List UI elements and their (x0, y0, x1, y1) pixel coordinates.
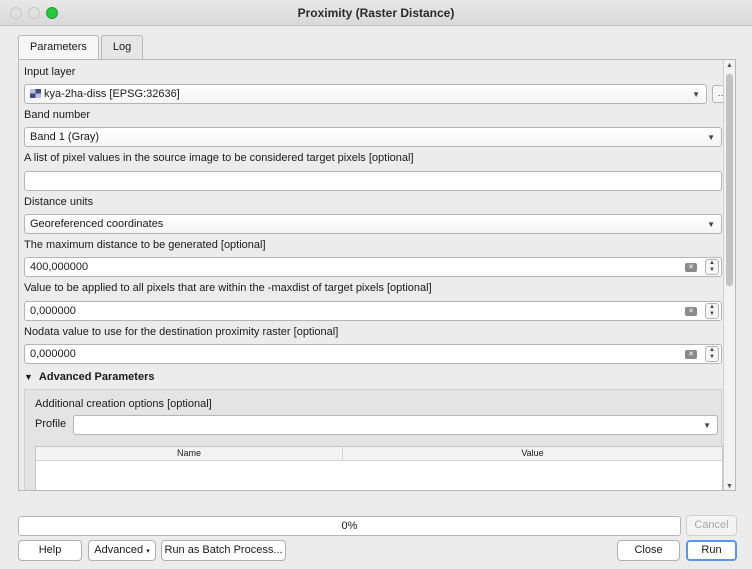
band-combo[interactable]: Band 1 (Gray) ▼ (24, 127, 722, 147)
window-title: Proximity (Raster Distance) (297, 6, 455, 20)
scroll-up-icon[interactable]: ▲ (726, 62, 733, 69)
input-layer-label: Input layer (24, 66, 76, 78)
replace-input[interactable]: 0,000000 ✕ ▲ ▼ (24, 301, 722, 321)
title-bar: Proximity (Raster Distance) (0, 0, 752, 26)
column-header-value[interactable]: Value (343, 447, 722, 461)
parameters-scroll-area[interactable]: Input layer kya-2ha-diss [EPSG:32636] ▼ … (19, 60, 732, 490)
values-input[interactable] (24, 171, 722, 191)
maxdist-label: The maximum distance to be generated [op… (24, 239, 266, 251)
clear-icon[interactable]: ✕ (685, 263, 697, 272)
nodata-input[interactable]: 0,000000 ✕ ▲ ▼ (24, 344, 722, 364)
column-header-name[interactable]: Name (36, 447, 343, 461)
band-value: Band 1 (Gray) (30, 131, 100, 143)
creation-options-table[interactable]: Name Value (35, 446, 723, 490)
run-button[interactable]: Run (686, 540, 737, 561)
raster-layer-icon (30, 89, 41, 98)
tab-parameters[interactable]: Parameters (18, 35, 99, 60)
maxdist-value: 400,000000 (30, 261, 89, 273)
creation-options-label: Additional creation options [optional] (35, 398, 212, 410)
advanced-parameters-title: Advanced Parameters (38, 371, 155, 383)
values-label: A list of pixel values in the source ima… (24, 152, 414, 164)
nodata-label: Nodata value to use for the destination … (24, 326, 339, 338)
run-batch-button[interactable]: Run as Batch Process... (161, 540, 286, 561)
help-button[interactable]: Help (18, 540, 82, 561)
tab-bar: Parameters Log (18, 35, 145, 60)
advanced-button-label: Advanced (94, 544, 144, 556)
nodata-value: 0,000000 (30, 348, 76, 360)
cancel-button[interactable]: Cancel (686, 515, 737, 536)
tab-log[interactable]: Log (100, 35, 144, 59)
advanced-parameters-toggle[interactable]: ▼ Advanced Parameters (24, 371, 154, 383)
spin-up-down-icon[interactable]: ▲ ▼ (705, 303, 719, 319)
advanced-parameters-group: Additional creation options [optional] P… (24, 389, 723, 490)
advanced-button[interactable]: Advanced ▾ (88, 540, 156, 561)
clear-icon[interactable]: ✕ (685, 350, 697, 359)
units-value: Georeferenced coordinates (30, 218, 164, 230)
band-label: Band number (24, 109, 91, 121)
replace-value: 0,000000 (30, 305, 76, 317)
profile-combo[interactable]: ▼ (73, 415, 718, 435)
chevron-down-icon: ▼ (703, 421, 711, 430)
scroll-down-icon[interactable]: ▼ (726, 483, 733, 490)
close-button[interactable]: Close (617, 540, 680, 561)
maxdist-input[interactable]: 400,000000 ✕ ▲ ▼ (24, 257, 722, 277)
clear-icon[interactable]: ✕ (685, 307, 697, 316)
input-layer-combo[interactable]: kya-2ha-diss [EPSG:32636] ▼ (24, 84, 707, 104)
input-layer-value: kya-2ha-diss [EPSG:32636] (44, 88, 180, 100)
progress-text: 0% (341, 520, 358, 532)
units-label: Distance units (24, 196, 94, 208)
chevron-down-icon: ▾ (146, 548, 150, 555)
chevron-down-icon: ▼ (692, 90, 700, 99)
spin-up-down-icon[interactable]: ▲ ▼ (705, 346, 719, 362)
scrollbar-thumb[interactable] (726, 74, 733, 286)
replace-label: Value to be applied to all pixels that a… (24, 282, 432, 294)
spin-up-down-icon[interactable]: ▲ ▼ (705, 259, 719, 275)
parameters-panel: Input layer kya-2ha-diss [EPSG:32636] ▼ … (18, 59, 736, 491)
vertical-scrollbar[interactable]: ▲ ▼ (723, 60, 735, 490)
units-combo[interactable]: Georeferenced coordinates ▼ (24, 214, 722, 234)
progress-bar: 0% (18, 516, 681, 536)
profile-label: Profile (35, 418, 67, 430)
chevron-down-icon: ▼ (707, 220, 715, 229)
triangle-down-icon: ▼ (24, 372, 33, 382)
chevron-down-icon: ▼ (707, 133, 715, 142)
